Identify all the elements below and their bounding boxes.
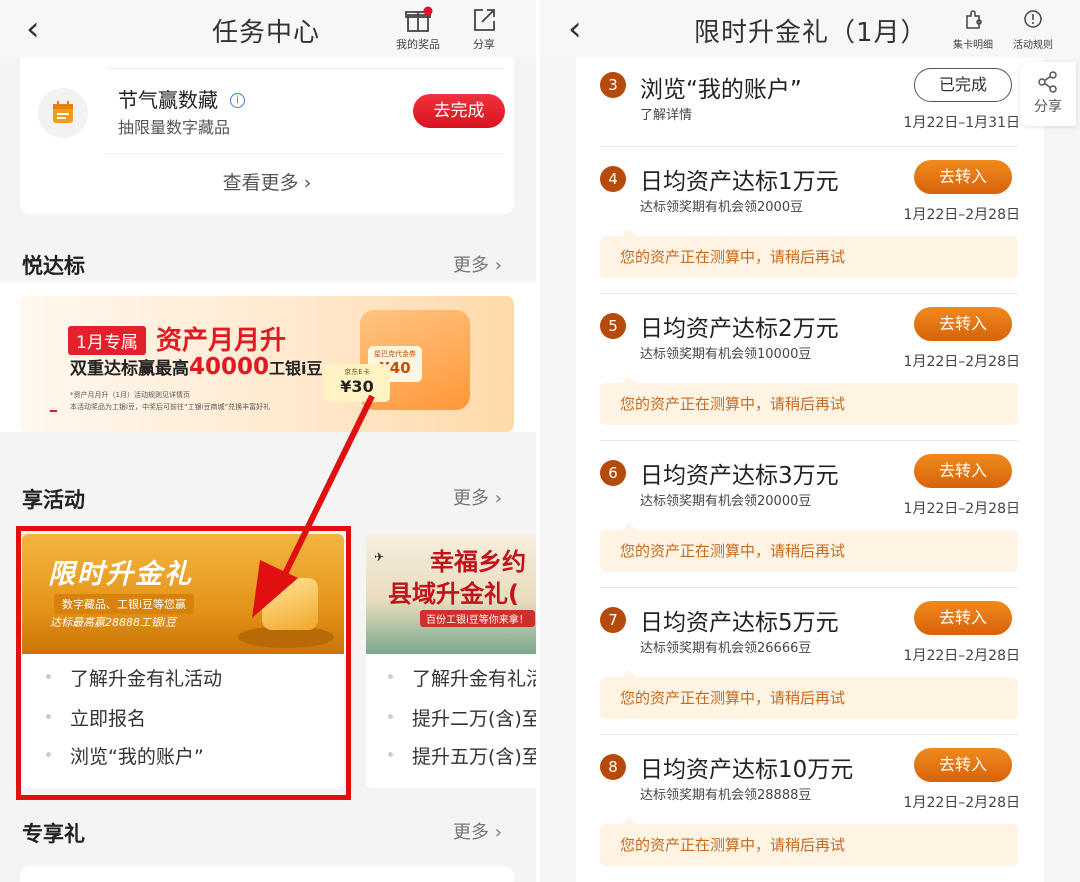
task-list-card: 3 浏览“我的账户” 了解详情 已完成 1月22日–1月31日 4 日均资产达标…	[576, 58, 1044, 882]
puzzle-icon	[944, 6, 1002, 34]
page-title: 限时升金礼（1月）	[694, 18, 928, 48]
completed-button[interactable]: 已完成	[914, 68, 1012, 102]
task-row-5: 5 日均资产达标2万元 达标领奖期有机会领10000豆 去转入 1月22日–2月…	[576, 293, 1044, 440]
task-row-4: 4 日均资产达标1万元 达标领奖期有机会领2000豆 去转入 1月22日–2月2…	[576, 146, 1044, 293]
back-icon[interactable]: ‹	[568, 12, 582, 46]
task-subtitle: 达标领奖期有机会领20000豆	[640, 494, 812, 509]
arrow-head	[252, 560, 298, 618]
share-nodes-icon	[1020, 70, 1076, 94]
calculating-notice: 您的资产正在测算中，请稍后再试	[600, 817, 1018, 866]
rules-label: 活动规则	[1013, 40, 1053, 51]
task-number: 7	[600, 607, 626, 633]
calculating-notice: 您的资产正在测算中，请稍后再试	[600, 229, 1018, 278]
task-row-3: 3 浏览“我的账户” 了解详情 已完成 1月22日–1月31日	[576, 58, 1044, 146]
gold-gift-screen: ‹ 限时升金礼（1月） 集卡明细 活动规则 3 浏览“我的账户” 了解详情 已完…	[540, 0, 1080, 882]
task-title: 日均资产达标5万元	[640, 610, 839, 636]
calculating-notice: 您的资产正在测算中，请稍后再试	[600, 670, 1018, 719]
share-float-label: 分享	[1034, 99, 1062, 115]
task-subtitle: 达标领奖期有机会领10000豆	[640, 347, 812, 362]
task-title: 日均资产达标3万元	[640, 463, 839, 489]
transfer-in-button[interactable]: 去转入	[914, 307, 1012, 341]
task-title: 日均资产达标2万元	[640, 316, 839, 342]
task-row-8: 8 日均资产达标10万元 达标领奖期有机会领28888豆 去转入 1月22日–2…	[576, 734, 1044, 881]
task-date: 1月22日–2月28日	[903, 648, 1020, 664]
calculating-notice: 您的资产正在测算中，请稍后再试	[600, 523, 1018, 572]
card-detail-button[interactable]: 集卡明细	[944, 6, 1002, 51]
task-number: 3	[600, 72, 626, 98]
calculating-notice: 您的资产正在测算中，请稍后再试	[600, 376, 1018, 425]
task-date: 1月22日–2月28日	[903, 207, 1020, 223]
task-subtitle: 达标领奖期有机会领28888豆	[640, 788, 812, 803]
task-number: 4	[600, 166, 626, 192]
task-row-6: 6 日均资产达标3万元 达标领奖期有机会领20000豆 去转入 1月22日–2月…	[576, 440, 1044, 587]
task-subtitle[interactable]: 了解详情	[640, 104, 692, 123]
transfer-in-button[interactable]: 去转入	[914, 748, 1012, 782]
transfer-in-button[interactable]: 去转入	[914, 601, 1012, 635]
task-number: 5	[600, 313, 626, 339]
share-float-button[interactable]: 分享	[1020, 62, 1076, 126]
task-center-screen: ‹ 任务中心 我的奖品 分享 节气赢数藏 i 抽限量数字藏品 去完成 查看更多 …	[0, 0, 536, 882]
task-number: 8	[600, 754, 626, 780]
task-title: 日均资产达标10万元	[640, 757, 854, 783]
task-title: 浏览“我的账户”	[640, 77, 802, 103]
task-subtitle: 达标领奖期有机会领26666豆	[640, 641, 812, 656]
annotation-arrow	[252, 394, 375, 618]
task-date: 1月22日–1月31日	[903, 115, 1020, 131]
header: ‹ 限时升金礼（1月） 集卡明细 活动规则	[540, 0, 1080, 58]
task-subtitle: 达标领奖期有机会领2000豆	[640, 200, 804, 215]
rules-button[interactable]: 活动规则	[1004, 6, 1062, 51]
task-row-7: 7 日均资产达标5万元 达标领奖期有机会领26666豆 去转入 1月22日–2月…	[576, 587, 1044, 734]
arrow-shaft	[279, 394, 375, 582]
task-date: 1月22日–2月28日	[903, 795, 1020, 811]
info-circle-icon	[1004, 6, 1062, 34]
task-date: 1月22日–2月28日	[903, 354, 1020, 370]
transfer-in-button[interactable]: 去转入	[914, 160, 1012, 194]
transfer-in-button[interactable]: 去转入	[914, 454, 1012, 488]
card-detail-label: 集卡明细	[953, 40, 993, 51]
task-title: 日均资产达标1万元	[640, 169, 839, 195]
task-number: 6	[600, 460, 626, 486]
task-date: 1月22日–2月28日	[903, 501, 1020, 517]
